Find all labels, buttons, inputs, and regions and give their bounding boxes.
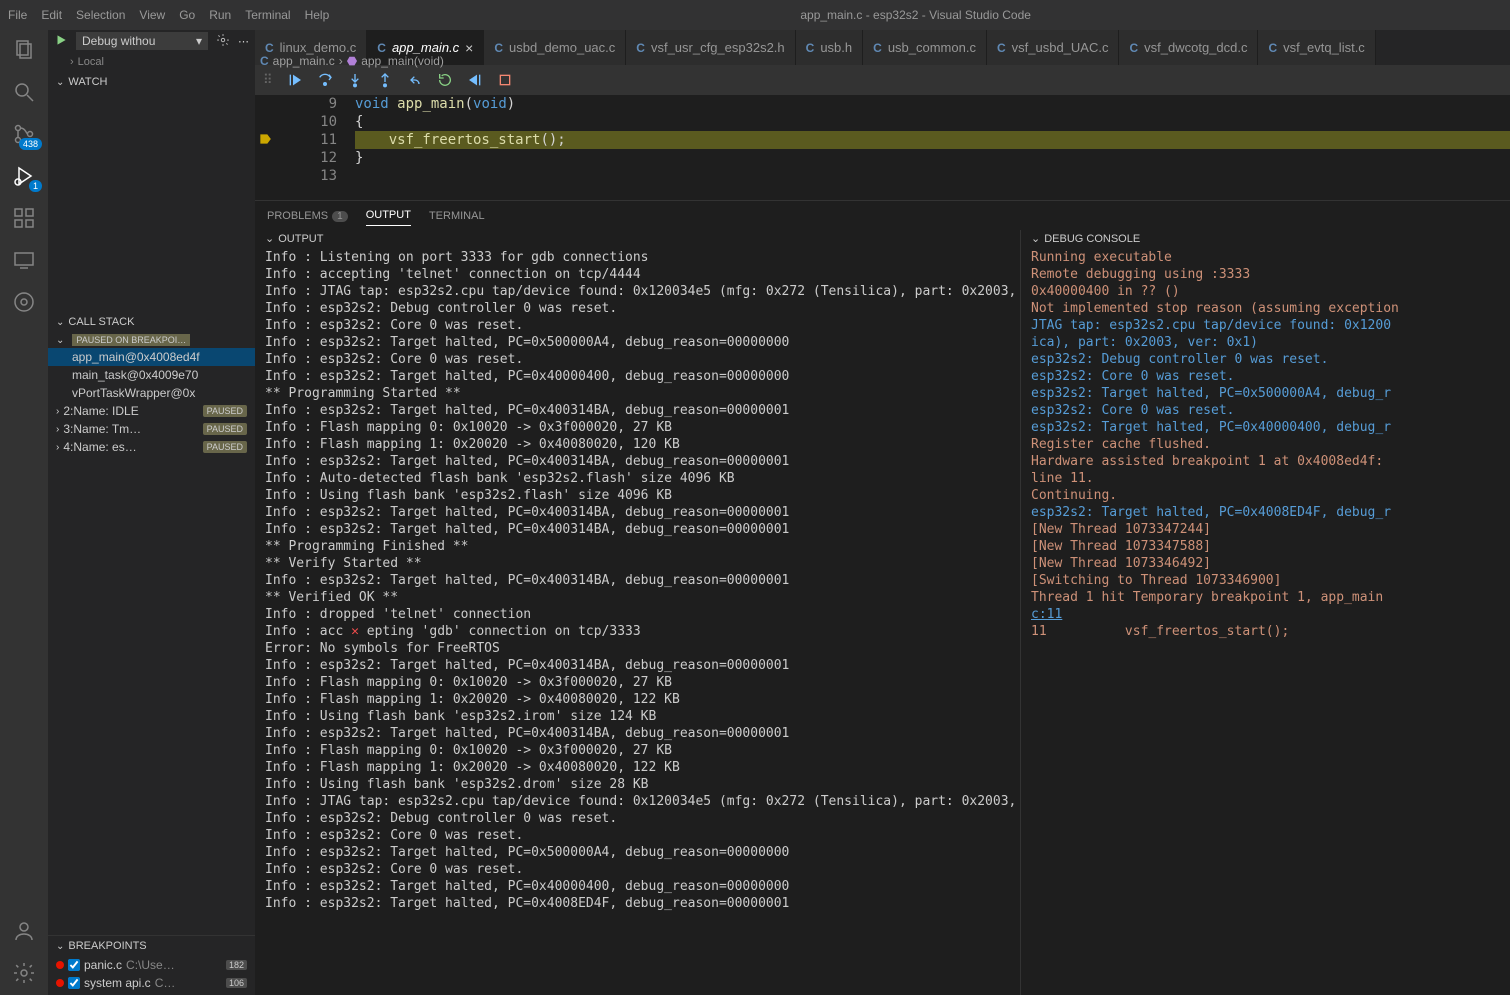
reverse-icon[interactable] xyxy=(467,72,483,88)
c-file-icon: C xyxy=(377,41,386,55)
tab-terminal[interactable]: TERMINAL xyxy=(429,206,485,226)
window-title: app_main.c - esp32s2 - Visual Studio Cod… xyxy=(343,8,1488,22)
tab-label: usbd_demo_uac.c xyxy=(509,40,615,55)
tab-label: vsf_evtq_list.c xyxy=(1283,40,1365,55)
thread-row[interactable]: ›4:Name: es…PAUSED xyxy=(48,438,255,456)
tab-vsf_evtq_list.c[interactable]: Cvsf_evtq_list.c xyxy=(1258,30,1375,65)
menu-go[interactable]: Go xyxy=(179,8,195,22)
c-file-icon: C xyxy=(1129,41,1138,55)
breakpoint-dot-icon xyxy=(56,979,64,987)
step-over-icon[interactable] xyxy=(317,72,333,88)
scm-icon[interactable]: 438 xyxy=(12,122,36,146)
tab-label: vsf_dwcotg_dcd.c xyxy=(1144,40,1247,55)
search-icon[interactable] xyxy=(12,80,36,104)
debug-sidebar: Debug withou▾ ⋯ ›Local ⌄WATCH ⌄CALL STAC… xyxy=(48,30,255,995)
tab-vsf_usr_cfg_esp32s2.h[interactable]: Cvsf_usr_cfg_esp32s2.h xyxy=(626,30,795,65)
account-icon[interactable] xyxy=(12,919,36,943)
drag-handle-icon[interactable]: ⠿ xyxy=(263,72,273,88)
panel-tabs: PROBLEMS1 OUTPUT TERMINAL xyxy=(255,200,1510,230)
output-content[interactable]: Info : Listening on port 3333 for gdb co… xyxy=(255,247,1020,995)
callstack-section[interactable]: ⌄CALL STACK xyxy=(48,312,255,332)
code-editor[interactable]: 910111213 void app_main(void){ vsf_freer… xyxy=(255,95,1510,200)
stop-icon[interactable] xyxy=(497,72,513,88)
c-file-icon: C xyxy=(873,41,882,55)
remote-icon[interactable] xyxy=(12,248,36,272)
tab-output[interactable]: OUTPUT xyxy=(366,205,411,226)
c-file-icon: C xyxy=(265,41,274,55)
debug-toolbar: ⠿ xyxy=(255,65,1510,95)
tab-label: usb.h xyxy=(820,40,852,55)
callstack-frame[interactable]: vPortTaskWrapper@0x xyxy=(48,384,255,402)
step-into-icon[interactable] xyxy=(347,72,363,88)
thread-row[interactable]: ›3:Name: Tm…PAUSED xyxy=(48,420,255,438)
debug-config-dropdown[interactable]: Debug withou▾ xyxy=(76,32,208,50)
tab-problems[interactable]: PROBLEMS1 xyxy=(267,206,348,226)
debug-console-header[interactable]: ⌄DEBUG CONSOLE xyxy=(1021,230,1510,247)
breakpoint-checkbox[interactable] xyxy=(68,977,80,989)
menu-edit[interactable]: Edit xyxy=(41,8,62,22)
menu-run[interactable]: Run xyxy=(209,8,231,22)
tab-label: vsf_usbd_UAC.c xyxy=(1012,40,1109,55)
activitybar: 438 1 xyxy=(0,30,48,995)
start-debug-icon[interactable] xyxy=(54,33,68,50)
tab-label: app_main.c xyxy=(392,40,459,55)
close-icon[interactable]: × xyxy=(465,40,473,56)
tab-usbd_demo_uac.c[interactable]: Cusbd_demo_uac.c xyxy=(484,30,626,65)
tab-label: vsf_usr_cfg_esp32s2.h xyxy=(651,40,785,55)
thread-current[interactable]: ⌄ PAUSED ON BREAKPOI… xyxy=(48,332,255,348)
breadcrumbs[interactable]: C app_main.c › ⬣ app_main(void) xyxy=(260,54,444,68)
gear-icon[interactable] xyxy=(216,33,230,50)
breakpoint-checkbox[interactable] xyxy=(68,959,80,971)
debug-console-content[interactable]: Running executableRemote debugging using… xyxy=(1021,247,1510,995)
step-out-icon[interactable] xyxy=(377,72,393,88)
c-file-icon: C xyxy=(636,41,645,55)
debug-console-panel: ⌄DEBUG CONSOLE Running executableRemote … xyxy=(1020,230,1510,995)
tab-vsf_usbd_UAC.c[interactable]: Cvsf_usbd_UAC.c xyxy=(987,30,1120,65)
breakpoints-section[interactable]: ⌄BREAKPOINTS xyxy=(48,936,255,956)
settings-icon[interactable] xyxy=(12,961,36,985)
scm-badge: 438 xyxy=(19,138,42,150)
watch-section[interactable]: ⌄WATCH xyxy=(48,72,255,92)
c-file-icon: C xyxy=(806,41,815,55)
callstack-frame[interactable]: app_main@0x4008ed4f xyxy=(48,348,255,366)
ellipsis-icon[interactable]: ⋯ xyxy=(238,35,249,48)
breakpoint-dot-icon xyxy=(56,961,64,969)
tab-label: linux_demo.c xyxy=(280,40,357,55)
continue-icon[interactable] xyxy=(287,72,303,88)
breakpoint-item[interactable]: panic.cC:\Use…182 xyxy=(48,956,255,974)
tab-usb_common.c[interactable]: Cusb_common.c xyxy=(863,30,987,65)
callstack-frame[interactable]: main_task@0x4009e70 xyxy=(48,366,255,384)
tab-vsf_dwcotg_dcd.c[interactable]: Cvsf_dwcotg_dcd.c xyxy=(1119,30,1258,65)
menu-file[interactable]: File xyxy=(8,8,27,22)
files-icon[interactable] xyxy=(12,38,36,62)
c-file-icon: C xyxy=(1268,41,1277,55)
step-back-icon[interactable] xyxy=(407,72,423,88)
c-file-icon: C xyxy=(494,41,503,55)
menu-help[interactable]: Help xyxy=(305,8,330,22)
debug-badge: 1 xyxy=(29,180,42,192)
menu-selection[interactable]: Selection xyxy=(76,8,125,22)
output-panel: ⌄OUTPUT Info : Listening on port 3333 fo… xyxy=(255,230,1020,995)
menubar: File Edit Selection View Go Run Terminal… xyxy=(0,0,1510,30)
thread-row[interactable]: ›2:Name: IDLEPAUSED xyxy=(48,402,255,420)
extensions-icon[interactable] xyxy=(12,206,36,230)
breakpoint-item[interactable]: system api.cC…106 xyxy=(48,974,255,992)
tab-label: usb_common.c xyxy=(888,40,976,55)
menu-view[interactable]: View xyxy=(139,8,165,22)
menu-terminal[interactable]: Terminal xyxy=(245,8,290,22)
output-header[interactable]: ⌄OUTPUT xyxy=(255,230,1020,247)
tab-usb.h[interactable]: Cusb.h xyxy=(796,30,863,65)
c-file-icon: C xyxy=(997,41,1006,55)
breakpoint-marker-icon[interactable] xyxy=(257,131,273,147)
liveshare-icon[interactable] xyxy=(12,290,36,314)
restart-icon[interactable] xyxy=(437,72,453,88)
debug-icon[interactable]: 1 xyxy=(12,164,36,188)
variables-local[interactable]: ›Local xyxy=(48,52,255,72)
